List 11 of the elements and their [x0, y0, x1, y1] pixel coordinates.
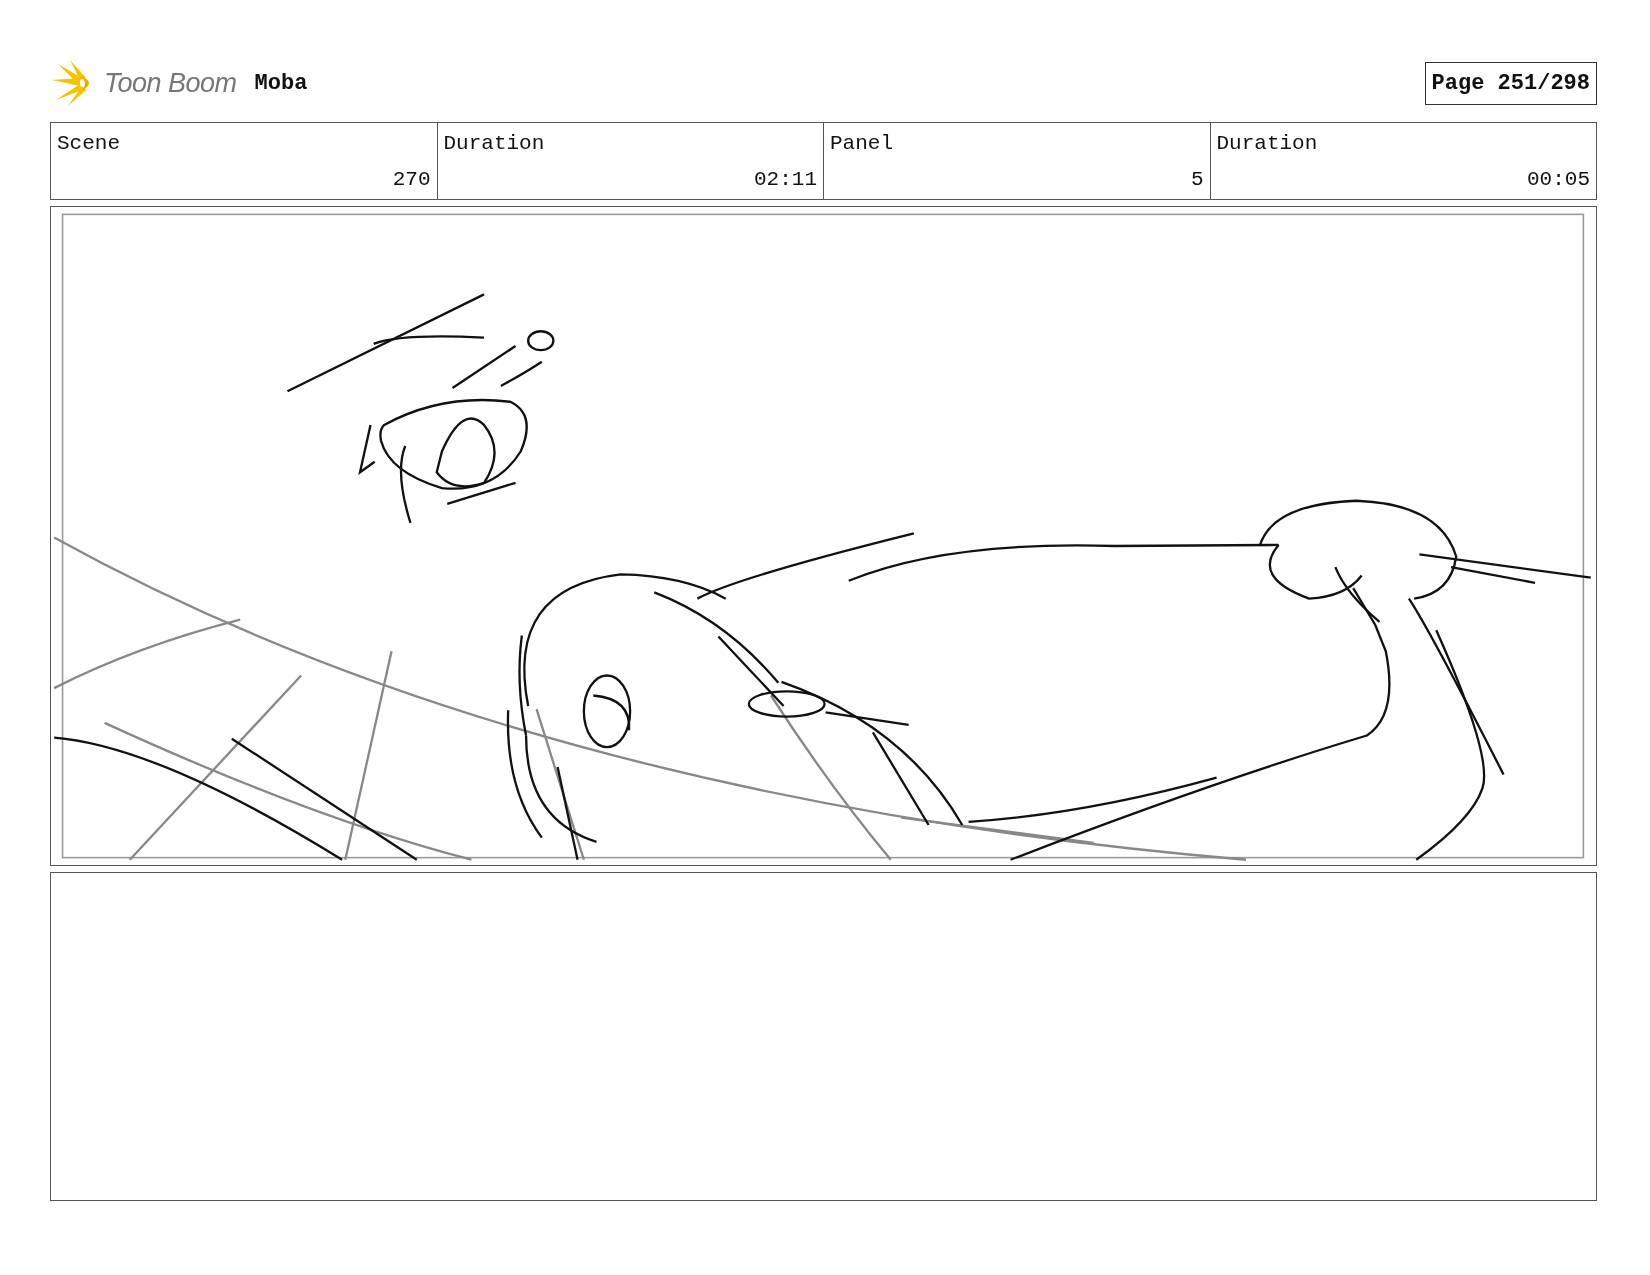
table-cell-text: 270 [391, 166, 431, 193]
project-title: Moba [254, 69, 308, 98]
column-header: Duration [1216, 131, 1319, 157]
table-cell-text: 02:11 [753, 166, 817, 193]
column-header: Panel [830, 131, 894, 157]
page-number: Page 251/298 [1424, 61, 1597, 105]
column-header: Duration [443, 131, 546, 157]
table-cell-text: 00:05 [1526, 166, 1590, 193]
logo-text: Toon Boom [104, 66, 237, 100]
table-cell-text: 5 [1189, 166, 1204, 193]
column-header: Scene [57, 131, 121, 157]
